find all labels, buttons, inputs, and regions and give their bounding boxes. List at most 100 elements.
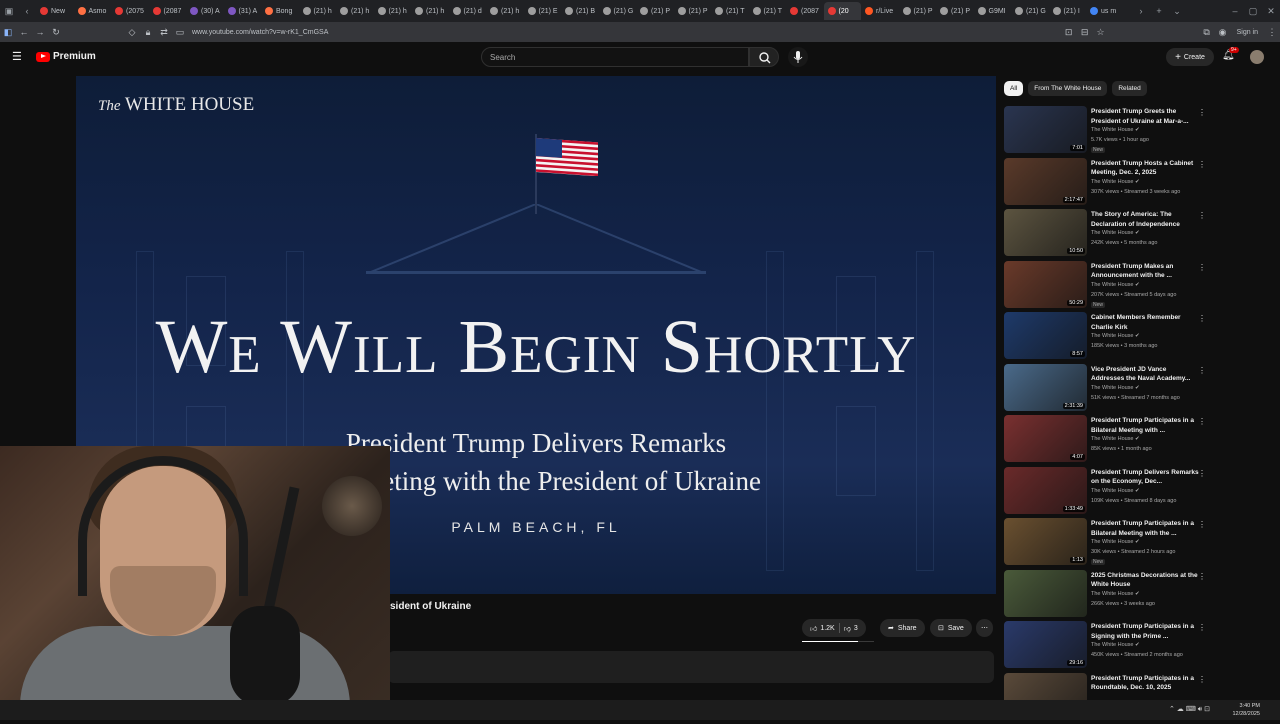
recommendation-item[interactable]: 50:29President Trump Makes an Announceme… (1004, 261, 1214, 313)
recommendation-item[interactable]: 2:31:39Vice President JD Vance Addresses… (1004, 364, 1214, 416)
video-thumbnail[interactable]: 1:33:49 (1004, 467, 1087, 514)
like-button[interactable]: 👍︎ 1.2K (810, 624, 835, 633)
browser-tab[interactable]: (2087 (786, 2, 824, 20)
video-thumbnail[interactable]: 8:57 (1004, 312, 1087, 359)
recommendation-title[interactable]: 2025 Christmas Decorations at the White … (1091, 571, 1199, 590)
browser-tab[interactable]: (21) B (561, 2, 599, 20)
more-actions-button[interactable]: ⋯ (976, 619, 993, 637)
recommendation-title[interactable]: Vice President JD Vance Addresses the Na… (1091, 365, 1199, 384)
video-thumbnail[interactable]: 4:07 (1004, 415, 1087, 462)
tab-menu-icon[interactable]: ▣ (0, 6, 18, 17)
video-thumbnail[interactable]: 2:17:47 (1004, 158, 1087, 205)
browser-tab[interactable]: G9MI (974, 2, 1012, 20)
recommendation-title[interactable]: President Trump Delivers Remarks on the … (1091, 468, 1199, 487)
recommendation-item[interactable]: 7:01President Trump Greets the President… (1004, 106, 1214, 158)
chip-from-channel[interactable]: From The White House (1028, 81, 1107, 96)
recommendation-item[interactable]: 4:07President Trump Participates in a Bi… (1004, 415, 1214, 467)
more-vertical-icon[interactable]: ⋮ (1198, 520, 1206, 529)
more-vertical-icon[interactable]: ⋮ (1198, 572, 1206, 581)
new-tab-icon[interactable]: + (1150, 6, 1168, 16)
video-thumbnail[interactable]: 29:16 (1004, 621, 1087, 668)
channel-name[interactable]: The White House ✔︎ (1091, 591, 1140, 597)
shield-icon[interactable]: ◇ (124, 27, 140, 38)
browser-tab[interactable]: (21) h (486, 2, 524, 20)
video-thumbnail[interactable]: 7:01 (1004, 106, 1087, 153)
url-field[interactable]: www.youtube.com/watch?v=w-rK1_CmGSA (192, 29, 328, 36)
close-window-icon[interactable]: ✕ (1262, 6, 1280, 17)
forward-icon[interactable]: → (32, 27, 48, 37)
recommendation-title[interactable]: President Trump Greets the President of … (1091, 107, 1199, 126)
chip-all[interactable]: All (1004, 81, 1023, 96)
maximize-icon[interactable]: ▢ (1244, 6, 1262, 17)
channel-name[interactable]: The White House ✔︎ (1091, 539, 1140, 545)
more-vertical-icon[interactable]: ⋮ (1198, 108, 1206, 117)
sidebar-toggle-icon[interactable]: ◧ (0, 27, 16, 38)
browser-tab[interactable]: (2087 (149, 2, 187, 20)
site-controls-icon[interactable]: ⇄ (156, 27, 172, 38)
browser-tab[interactable]: Asmo (74, 2, 112, 20)
recommendation-item[interactable]: 29:16President Trump Participates in a S… (1004, 621, 1214, 673)
recommendation-item[interactable]: 1:33:49President Trump Delivers Remarks … (1004, 467, 1214, 519)
recommendation-title[interactable]: President Trump Makes an Announcement wi… (1091, 262, 1199, 281)
save-button[interactable]: ⊡ Save (930, 619, 972, 637)
voice-search-button[interactable] (788, 47, 808, 67)
minimize-icon[interactable]: – (1226, 6, 1244, 16)
more-vertical-icon[interactable]: ⋮ (1198, 675, 1206, 684)
extensions-icon[interactable]: ⧉ (1199, 27, 1215, 38)
more-vertical-icon[interactable]: ⋮ (1198, 263, 1206, 272)
channel-name[interactable]: The White House ✔︎ (1091, 642, 1140, 648)
browser-tab[interactable]: (21) E (524, 2, 562, 20)
lock-icon[interactable]: 🔒︎ (140, 27, 156, 38)
hamburger-menu-icon[interactable]: ☰ (12, 50, 22, 63)
channel-name[interactable]: The White House ✔︎ (1091, 436, 1140, 442)
more-vertical-icon[interactable]: ⋮ (1198, 314, 1206, 323)
browser-tab[interactable]: (21) d (449, 2, 487, 20)
browser-tab[interactable]: r/Live (861, 2, 899, 20)
more-vertical-icon[interactable]: ⋮ (1198, 211, 1206, 220)
dislike-button[interactable]: 👎︎ 3 (844, 624, 858, 633)
share-button[interactable]: ➦ Share (880, 619, 925, 637)
browser-tab[interactable]: (21) T (711, 2, 749, 20)
browser-tab[interactable]: (21) I (1049, 2, 1087, 20)
browser-tab[interactable]: (21) h (411, 2, 449, 20)
recommendation-title[interactable]: President Trump Participates in a Signin… (1091, 622, 1199, 641)
system-tray-icons[interactable]: ⌃ ☁ ⌨ 🔊︎ ⊡ (1169, 705, 1210, 714)
video-thumbnail[interactable]: 10:50 (1004, 209, 1087, 256)
channel-name[interactable]: The White House ✔︎ (1091, 230, 1140, 236)
browser-tab[interactable]: (2075 (111, 2, 149, 20)
browser-menu-icon[interactable]: ⋮ (1264, 27, 1280, 38)
video-thumbnail[interactable] (1004, 570, 1087, 617)
browser-tab[interactable]: (21) T (749, 2, 787, 20)
channel-name[interactable]: The White House ✔︎ (1091, 385, 1140, 391)
recommendation-item[interactable]: 2025 Christmas Decorations at the White … (1004, 570, 1214, 622)
recommendation-title[interactable]: President Trump Hosts a Cabinet Meeting,… (1091, 159, 1199, 178)
more-vertical-icon[interactable]: ⋮ (1198, 623, 1206, 632)
youtube-premium-logo[interactable]: Premium (36, 51, 96, 62)
install-icon[interactable]: ⊡ (1061, 27, 1077, 38)
recommendation-title[interactable]: President Trump Participates in a Bilate… (1091, 416, 1199, 435)
browser-tab[interactable]: (21) h (299, 2, 337, 20)
recommendation-item[interactable]: 8:57Cabinet Members Remember Charlie Kir… (1004, 312, 1214, 364)
browser-tab[interactable]: Bong (261, 2, 299, 20)
recommendation-item[interactable]: 2:17:47President Trump Hosts a Cabinet M… (1004, 158, 1214, 210)
channel-name[interactable]: The White House ✔︎ (1091, 179, 1140, 185)
browser-tab[interactable]: (21) h (374, 2, 412, 20)
recommendation-title[interactable]: Cabinet Members Remember Charlie Kirk (1091, 313, 1199, 332)
recommendation-title[interactable]: The Story of America: The Declaration of… (1091, 210, 1199, 229)
recommendation-item[interactable]: 1:13President Trump Participates in a Bi… (1004, 518, 1214, 570)
chip-related[interactable]: Related (1112, 81, 1146, 96)
browser-tab[interactable]: (21) G (1011, 2, 1049, 20)
reader-icon[interactable]: ⊟ (1077, 27, 1093, 38)
bookmark-star-icon[interactable]: ☆ (1093, 27, 1109, 38)
browser-tab[interactable]: (21) G (599, 2, 637, 20)
channel-name[interactable]: The White House ✔︎ (1091, 333, 1140, 339)
video-thumbnail[interactable]: 50:29 (1004, 261, 1087, 308)
channel-name[interactable]: The White House ✔︎ (1091, 127, 1140, 133)
browser-tab[interactable]: (21) P (636, 2, 674, 20)
browser-tab[interactable]: (30) A (186, 2, 224, 20)
search-button[interactable] (749, 47, 779, 67)
channel-name[interactable]: The White House ✔︎ (1091, 488, 1140, 494)
recommendation-title[interactable]: President Trump Participates in a Bilate… (1091, 519, 1199, 538)
tab-search-icon[interactable]: ⌄ (1168, 6, 1186, 17)
tab-scroll-left-icon[interactable]: ‹ (18, 6, 36, 16)
